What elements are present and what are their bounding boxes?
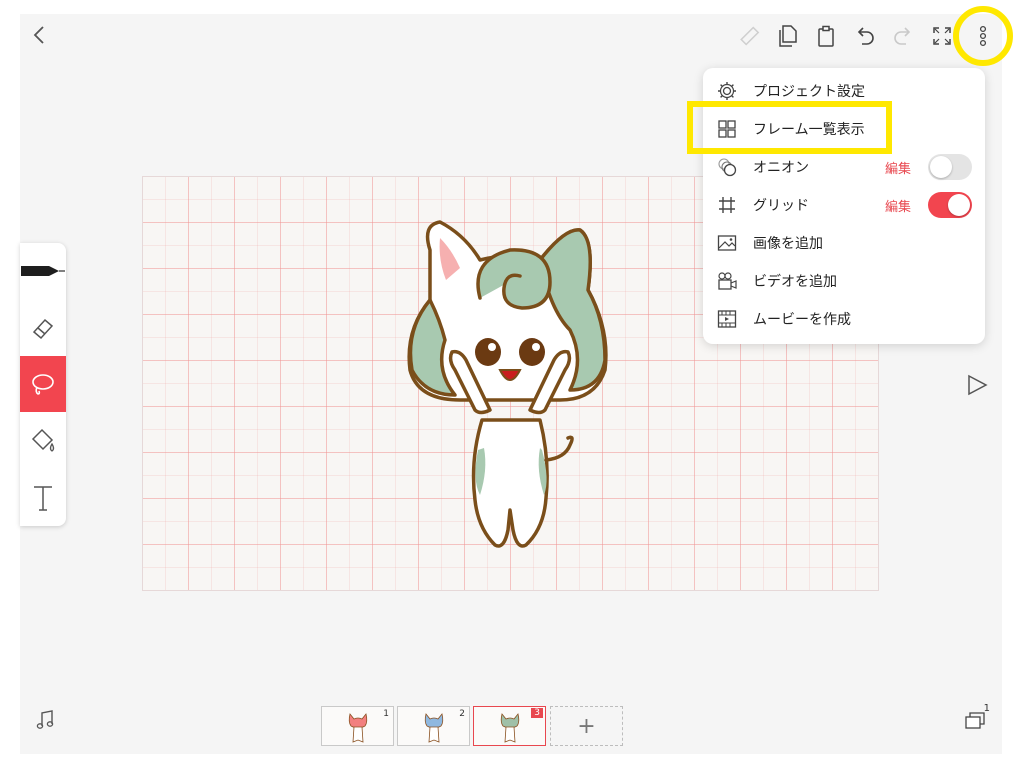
menu-item-label: グリッド — [753, 198, 809, 214]
menu-item-label: オニオン — [753, 160, 809, 176]
lasso-icon[interactable] — [20, 356, 66, 412]
menu-item-add-video[interactable]: ビデオを追加 — [703, 262, 985, 300]
fullscreen-icon[interactable] — [930, 23, 954, 49]
eraser-icon[interactable] — [20, 300, 66, 356]
menu-item-label: ムービーを作成 — [753, 312, 851, 328]
layers-icon[interactable]: 1 — [962, 703, 992, 735]
onion-edit-link[interactable]: 編集 — [885, 158, 911, 177]
onion-toggle[interactable] — [928, 154, 972, 180]
grid-edit-link[interactable]: 編集 — [885, 196, 911, 215]
frame-thumb-art — [424, 713, 444, 743]
character-illustration — [407, 220, 608, 548]
menu-item-grid[interactable]: グリッド 編集 — [703, 186, 985, 224]
paste-icon[interactable] — [814, 23, 838, 49]
hash-icon — [719, 197, 735, 213]
layer-count: 1 — [983, 703, 990, 714]
image-icon — [717, 235, 737, 251]
toggle-knob — [930, 156, 952, 178]
gear-icon — [718, 82, 736, 100]
music-note-icon[interactable] — [33, 707, 57, 733]
frame-thumb-art — [500, 713, 520, 743]
frame-number: 2 — [459, 709, 465, 719]
text-tool-icon[interactable] — [20, 470, 66, 526]
ruler-icon[interactable] — [736, 24, 762, 48]
frame-thumbnail-3[interactable]: 3 — [473, 706, 546, 746]
copy-icon[interactable] — [776, 23, 800, 49]
undo-icon[interactable] — [852, 23, 878, 49]
onion-icon — [718, 158, 737, 177]
menu-item-create-movie[interactable]: ムービーを作成 — [703, 300, 985, 338]
frame-number: 3 — [531, 708, 543, 718]
movie-icon — [717, 310, 737, 328]
highlight-more-options — [953, 6, 1013, 66]
menu-item-label: ビデオを追加 — [753, 274, 837, 290]
frame-number: 1 — [383, 709, 389, 719]
menu-item-label: 画像を追加 — [753, 236, 823, 252]
frame-thumbnail-1[interactable]: 1 — [321, 706, 394, 746]
redo-icon[interactable] — [890, 23, 916, 49]
video-icon — [718, 272, 737, 290]
pen-icon[interactable] — [20, 243, 66, 299]
frame-thumbnail-2[interactable]: 2 — [397, 706, 470, 746]
tool-palette — [20, 243, 66, 526]
fill-bucket-icon[interactable] — [20, 413, 66, 469]
next-frame-icon[interactable] — [962, 370, 992, 400]
toggle-knob — [948, 194, 970, 216]
grid-toggle[interactable] — [928, 192, 972, 218]
back-chevron-icon[interactable] — [28, 22, 50, 48]
highlight-frame-list — [687, 101, 892, 154]
menu-item-add-image[interactable]: 画像を追加 — [703, 224, 985, 262]
frame-thumb-art — [348, 713, 368, 743]
menu-item-label: プロジェクト設定 — [753, 84, 865, 100]
add-frame-button[interactable]: + — [550, 706, 623, 746]
